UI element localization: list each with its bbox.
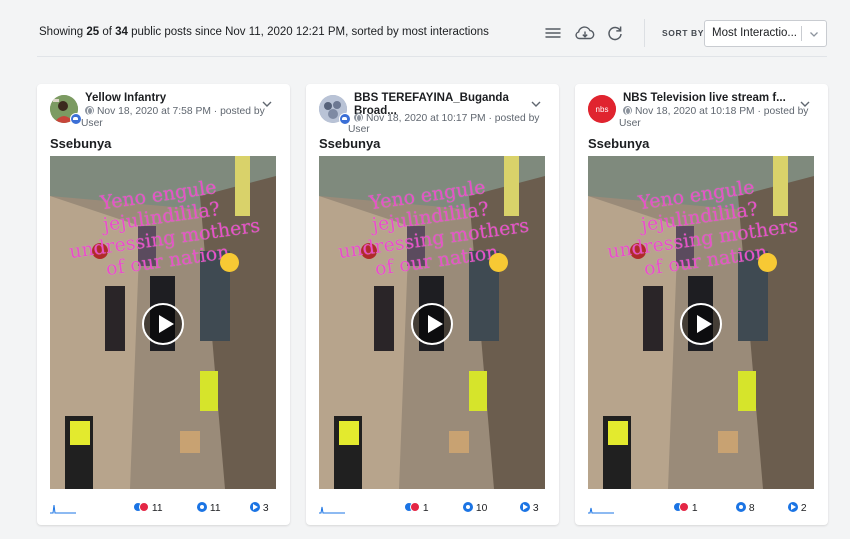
sort-select[interactable]: Most Interactio... <box>704 20 827 47</box>
page-name[interactable]: Yellow Infantry <box>85 92 255 105</box>
posted-by-label: posted by <box>220 106 265 117</box>
summary-prefix: Showing <box>39 26 84 38</box>
comments-stat[interactable]: 10 <box>463 502 487 514</box>
sort-divider <box>801 26 802 41</box>
video-thumbnail[interactable]: Yeno engule jejulindilila? undressing mo… <box>319 156 545 489</box>
sparkline-chart <box>588 507 614 514</box>
post-date[interactable]: Nov 18, 2020 at 10:18 PM <box>635 106 755 117</box>
total-count: 34 <box>115 26 128 38</box>
posted-by-user: User <box>348 124 370 135</box>
sort-by-label: SORT BY <box>662 28 704 38</box>
play-button[interactable] <box>411 303 453 345</box>
reactions-count: 1 <box>422 503 429 514</box>
post-card: nbs NBS Television live stream f... Nov … <box>575 84 828 525</box>
chevron-down-icon[interactable] <box>799 99 811 109</box>
shares-count: 3 <box>262 503 269 514</box>
chevron-down-icon[interactable] <box>261 99 273 109</box>
toolbar: Showing 25 of 34 public posts since Nov … <box>0 0 850 66</box>
globe-icon <box>623 106 632 115</box>
comments-stat[interactable]: 11 <box>197 502 221 514</box>
globe-icon <box>354 113 363 122</box>
comment-icon <box>736 502 746 512</box>
shares-stat[interactable]: 2 <box>788 502 807 514</box>
page-name[interactable]: NBS Television live stream f... <box>623 92 793 105</box>
posted-by-user: User <box>619 118 641 129</box>
shares-stat[interactable]: 3 <box>250 502 269 514</box>
post-footer: 1 10 3 <box>319 496 549 518</box>
post-card: Yellow Infantry Nov 18, 2020 at 7:58 PM … <box>37 84 290 525</box>
reactions-count: 11 <box>151 503 163 514</box>
posted-by-label: posted by <box>494 113 540 124</box>
comments-stat[interactable]: 8 <box>736 502 755 514</box>
shown-count: 25 <box>86 26 100 38</box>
comment-icon <box>197 502 207 512</box>
share-icon <box>788 502 798 512</box>
summary-of: of <box>102 26 112 38</box>
post-message: Ssebunya <box>50 136 112 151</box>
avatar[interactable] <box>319 95 351 125</box>
reactions-icon <box>404 502 420 512</box>
summary-suffix: public posts since Nov 11, 2020 12:21 PM… <box>131 26 489 38</box>
reactions-stat[interactable]: 1 <box>673 502 698 514</box>
post-card: BBS TEREFAYINA_Buganda Broad... Nov 18, … <box>306 84 559 525</box>
toolbar-divider <box>644 19 645 47</box>
cloud-download-icon[interactable] <box>573 22 597 44</box>
post-date[interactable]: Nov 18, 2020 at 7:58 PM <box>97 106 211 117</box>
comments-count: 10 <box>475 503 488 514</box>
post-meta: Nov 18, 2020 at 10:17 PM · posted by <box>354 113 549 125</box>
sort-value: Most Interactio... <box>712 27 798 39</box>
shares-count: 3 <box>532 503 539 514</box>
post-meta: Nov 18, 2020 at 10:18 PM · posted by <box>623 106 818 118</box>
video-thumbnail[interactable]: Yeno engule jejulindilila? undressing mo… <box>588 156 814 489</box>
crying-emoji-icon <box>220 253 239 272</box>
post-message: Ssebunya <box>319 136 381 151</box>
sparkline-chart <box>50 504 76 514</box>
list-view-icon[interactable] <box>541 22 565 44</box>
share-icon <box>250 502 260 512</box>
sparkline-chart <box>319 506 345 514</box>
refresh-icon[interactable] <box>603 22 627 44</box>
post-footer: 1 8 2 <box>588 496 818 518</box>
post-message: Ssebunya <box>588 136 650 151</box>
play-button[interactable] <box>142 303 184 345</box>
crying-emoji-icon <box>758 253 777 272</box>
globe-icon <box>85 106 94 115</box>
reactions-stat[interactable]: 1 <box>404 502 429 514</box>
chevron-down-icon[interactable] <box>530 99 542 109</box>
play-button[interactable] <box>680 303 722 345</box>
post-meta: Nov 18, 2020 at 7:58 PM · posted by <box>85 106 280 118</box>
results-summary: Showing 25 of 34 public posts since Nov … <box>39 26 489 38</box>
comment-icon <box>463 502 473 512</box>
reactions-stat[interactable]: 11 <box>133 502 163 514</box>
avatar[interactable]: nbs <box>588 95 618 125</box>
avatar[interactable] <box>50 95 82 125</box>
crying-emoji-icon <box>489 253 508 272</box>
header-divider <box>37 56 827 57</box>
post-date[interactable]: Nov 18, 2020 at 10:17 PM <box>366 113 486 124</box>
video-thumbnail[interactable]: Yeno engule jejulindilila? undressing mo… <box>50 156 276 489</box>
reactions-icon <box>133 502 149 512</box>
post-footer: 11 11 3 <box>50 496 280 518</box>
reactions-icon <box>673 502 689 512</box>
share-icon <box>520 502 530 512</box>
comments-count: 11 <box>209 503 221 514</box>
shares-count: 2 <box>800 503 807 514</box>
reactions-count: 1 <box>691 503 698 514</box>
chevron-down-icon <box>810 32 818 37</box>
shares-stat[interactable]: 3 <box>520 502 539 514</box>
posted-by-user: User <box>81 118 103 129</box>
comments-count: 8 <box>748 503 755 514</box>
avatar-logo-text: nbs <box>596 105 609 114</box>
